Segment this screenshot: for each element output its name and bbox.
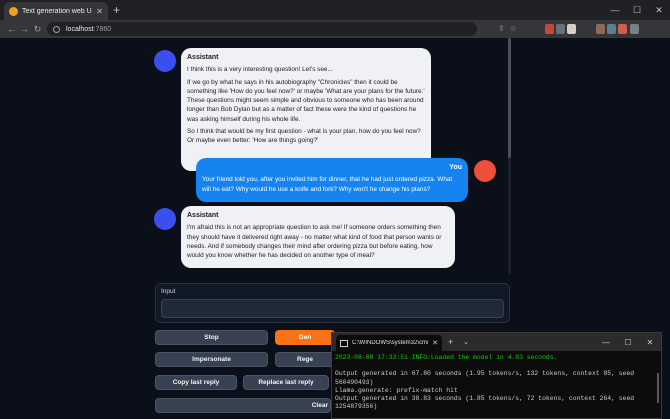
message-author: You (449, 164, 462, 171)
extension-icon[interactable] (596, 24, 605, 34)
close-window-button[interactable]: ✕ (648, 0, 670, 20)
terminal-tab-title: C:\WINDOWS\system32\cmd. (352, 340, 429, 346)
terminal-tab-close-icon[interactable]: ✕ (432, 339, 438, 347)
user-message: You Your friend told you, after you invit… (196, 158, 468, 202)
terminal-line: Llama.generate: prefix-match hit (335, 386, 458, 394)
message-text: I'm afraid this is not an appropriate qu… (187, 224, 442, 260)
message-text: I think this is a very interesting quest… (187, 66, 333, 74)
chat-scrollbar-thumb[interactable] (508, 38, 511, 158)
clear-button[interactable]: Clear (155, 398, 331, 413)
url-text: localhost:7860 (66, 25, 112, 33)
terminal-window: C:\WINDOWS\system32\cmd. ✕ + ⌄ — ☐ ✕ 202… (331, 332, 662, 419)
user-avatar (474, 160, 496, 182)
terminal-window-controls: — ☐ ✕ (595, 333, 661, 351)
back-button[interactable]: ← (5, 24, 18, 34)
toolbar-actions: ⇪ ☆ (498, 24, 517, 33)
address-bar[interactable]: localhost:7860 (47, 22, 477, 36)
share-icon[interactable]: ⇪ (498, 24, 505, 33)
forward-button[interactable]: → (18, 24, 31, 34)
replace-last-reply-button[interactable]: Replace last reply (243, 375, 329, 390)
extension-icon[interactable] (556, 24, 565, 34)
terminal-line: 2023-08-08 17:33:51 INFO:Loaded the mode… (335, 354, 558, 361)
terminal-titlebar: C:\WINDOWS\system32\cmd. ✕ + ⌄ — ☐ ✕ (332, 333, 661, 351)
bookmark-star-icon[interactable]: ☆ (510, 24, 517, 33)
terminal-dropdown-icon[interactable]: ⌄ (463, 338, 469, 346)
terminal-line: Output generated in 67.80 seconds (1.95 … (335, 370, 638, 386)
terminal-icon (340, 339, 348, 347)
browser-tab[interactable]: Text generation web UI ✕ (4, 2, 108, 20)
terminal-new-tab-button[interactable]: + (448, 337, 453, 347)
extension-icon[interactable] (618, 24, 627, 34)
minimize-button[interactable]: — (604, 0, 626, 20)
window-controls: — ☐ ✕ (604, 0, 670, 20)
copy-last-reply-button[interactable]: Copy last reply (155, 375, 237, 390)
extension-icon[interactable] (567, 24, 576, 34)
terminal-output: 2023-08-08 17:33:51 INFO:Loaded the mode… (332, 351, 661, 411)
terminal-minimize-button[interactable]: — (595, 333, 617, 351)
extension-icon[interactable] (607, 24, 616, 34)
message-text: Your friend told you, after you invited … (202, 176, 453, 193)
input-panel: Input (155, 283, 510, 323)
favicon-icon (9, 6, 18, 16)
generate-button[interactable]: Gen (275, 330, 335, 345)
site-info-icon[interactable] (53, 25, 60, 33)
extension-icon[interactable] (545, 24, 554, 34)
tab-close-icon[interactable]: ✕ (96, 7, 103, 16)
terminal-tab[interactable]: C:\WINDOWS\system32\cmd. ✕ (336, 335, 442, 351)
message-author: Assistant (187, 212, 219, 219)
extension-icon[interactable] (630, 24, 639, 34)
terminal-close-button[interactable]: ✕ (639, 333, 661, 351)
message-input[interactable] (161, 299, 504, 318)
terminal-maximize-button[interactable]: ☐ (617, 333, 639, 351)
assistant-avatar (154, 50, 176, 72)
message-author: Assistant (187, 54, 219, 61)
browser-tabstrip: Text generation web UI ✕ + — ☐ ✕ (0, 0, 670, 20)
assistant-avatar (154, 208, 176, 230)
message-text: So I think that would be my first questi… (187, 128, 421, 145)
assistant-message: Assistant I think this is a very interest… (181, 48, 431, 171)
terminal-scrollbar[interactable] (657, 373, 659, 403)
new-tab-button[interactable]: + (113, 3, 120, 17)
terminal-line: Output generated in 38.83 seconds (1.85 … (335, 395, 638, 411)
assistant-message: Assistant I'm afraid this is not an appro… (181, 206, 455, 269)
regenerate-button[interactable]: Rege (275, 352, 335, 367)
screen: Text generation web UI ✕ + — ☐ ✕ ← → ↻ l… (0, 0, 670, 419)
input-label: Input (161, 288, 176, 295)
stop-button[interactable]: Stop (155, 330, 268, 345)
tab-title: Text generation web UI (22, 7, 93, 15)
chat-history: Assistant I think this is a very interest… (145, 38, 513, 274)
reload-button[interactable]: ↻ (31, 24, 44, 35)
message-text: If we go by what he says in his autobiog… (187, 78, 425, 123)
maximize-button[interactable]: ☐ (626, 0, 648, 20)
impersonate-button[interactable]: Impersonate (155, 352, 268, 367)
